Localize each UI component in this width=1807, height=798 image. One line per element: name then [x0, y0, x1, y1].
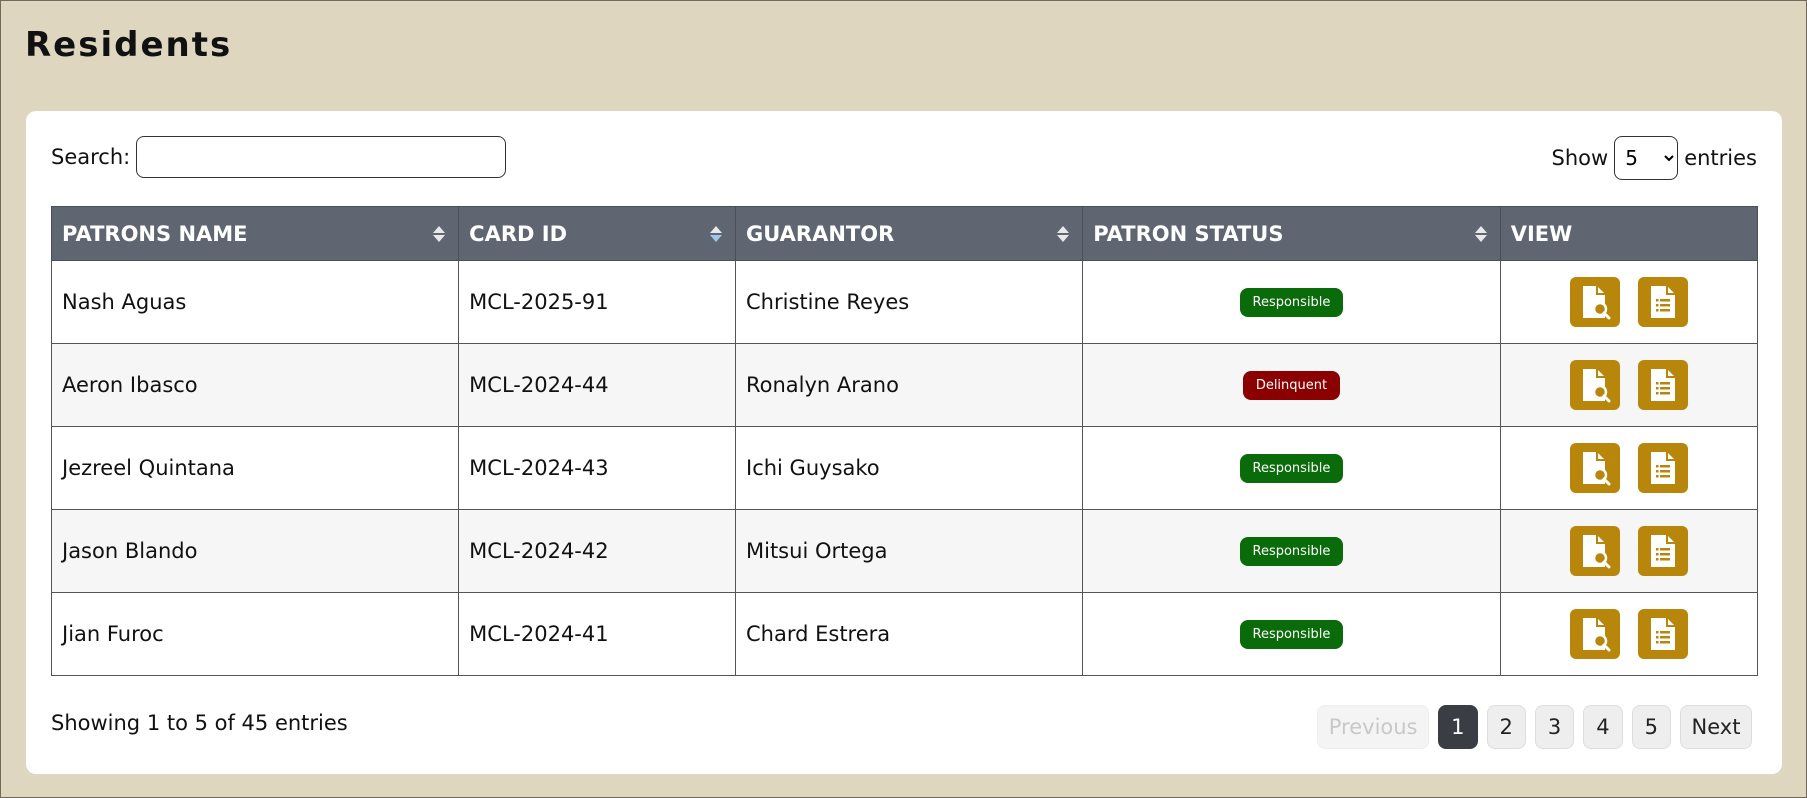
file-search-icon — [1582, 535, 1611, 569]
entries-label: entries — [1684, 146, 1757, 170]
sort-icon — [1057, 225, 1070, 242]
cell-card-id: MCL-2024-41 — [458, 592, 736, 676]
cell-status: Responsible — [1082, 426, 1501, 510]
file-text-icon — [1651, 618, 1676, 650]
cell-card-id: MCL-2024-42 — [458, 509, 736, 593]
status-badge: Responsible — [1239, 620, 1344, 649]
page-button-5[interactable]: 5 — [1631, 705, 1671, 749]
sort-icon — [710, 225, 722, 242]
search-input[interactable] — [136, 136, 507, 178]
table-row: Jason Blando MCL-2024-42 Mitsui Ortega R… — [50, 509, 1759, 593]
view-profile-button[interactable] — [1569, 277, 1620, 327]
search-label: Search: — [51, 145, 131, 169]
cell-card-id: MCL-2025-91 — [458, 260, 736, 344]
view-records-button[interactable] — [1638, 526, 1689, 576]
residents-table: PATRONS NAME CARD ID GUARANTOR PATRON ST… — [50, 206, 1759, 676]
cell-guarantor: Ichi Guysako — [734, 426, 1084, 510]
cell-guarantor: Chard Estrera — [734, 592, 1084, 676]
page-title: Residents — [25, 25, 233, 65]
show-label: Show — [1551, 146, 1609, 170]
cell-guarantor: Ronalyn Arano — [734, 343, 1084, 427]
cell-view — [1499, 509, 1759, 593]
page-button-2[interactable]: 2 — [1486, 705, 1526, 749]
cell-status: Responsible — [1082, 592, 1501, 676]
file-text-icon — [1651, 369, 1676, 401]
header-patrons-name[interactable]: PATRONS NAME — [50, 206, 460, 261]
view-profile-button[interactable] — [1569, 609, 1620, 659]
cell-status: Delinquent — [1082, 343, 1501, 427]
cell-patron-name: Nash Aguas — [50, 260, 460, 344]
table-info: Showing 1 to 5 of 45 entries — [51, 711, 348, 735]
pagination: Previous 1 2 3 4 5 Next — [1317, 705, 1752, 749]
entries-select[interactable]: 5 — [1614, 136, 1679, 180]
file-search-icon — [1582, 452, 1611, 486]
view-profile-button[interactable] — [1569, 526, 1620, 576]
table-row: Jian Furoc MCL-2024-41 Chard Estrera Res… — [50, 592, 1759, 676]
cell-status: Responsible — [1082, 509, 1501, 593]
cell-card-id: MCL-2024-43 — [458, 426, 736, 510]
table-row: Nash Aguas MCL-2025-91 Christine Reyes R… — [50, 260, 1759, 344]
length-control: Show 5 entries — [1552, 136, 1757, 180]
cell-patron-name: Jian Furoc — [50, 592, 460, 676]
sort-icon — [1474, 225, 1487, 242]
view-profile-button[interactable] — [1569, 443, 1620, 493]
table-row: Jezreel Quintana MCL-2024-43 Ichi Guysak… — [50, 426, 1759, 510]
cell-card-id: MCL-2024-44 — [458, 343, 736, 427]
file-text-icon — [1651, 286, 1676, 318]
cell-view — [1499, 260, 1759, 344]
previous-page-button[interactable]: Previous — [1317, 705, 1430, 749]
page-button-1[interactable]: 1 — [1438, 705, 1478, 749]
status-badge: Delinquent — [1242, 371, 1341, 400]
status-badge: Responsible — [1239, 454, 1344, 483]
status-badge: Responsible — [1239, 537, 1344, 566]
file-text-icon — [1651, 535, 1676, 567]
table-header-row: PATRONS NAME CARD ID GUARANTOR PATRON ST… — [50, 206, 1759, 261]
view-records-button[interactable] — [1638, 609, 1689, 659]
next-page-button[interactable]: Next — [1680, 705, 1752, 749]
cell-guarantor: Mitsui Ortega — [734, 509, 1084, 593]
page-button-4[interactable]: 4 — [1583, 705, 1623, 749]
table-row: Aeron Ibasco MCL-2024-44 Ronalyn Arano D… — [50, 343, 1759, 427]
cell-view — [1499, 592, 1759, 676]
cell-patron-name: Jason Blando — [50, 509, 460, 593]
view-profile-button[interactable] — [1569, 360, 1620, 410]
header-patron-status[interactable]: PATRON STATUS — [1082, 206, 1501, 261]
page-button-3[interactable]: 3 — [1534, 705, 1575, 749]
cell-view — [1499, 426, 1759, 510]
sort-icon — [433, 225, 446, 242]
cell-patron-name: Aeron Ibasco — [50, 343, 460, 427]
cell-view — [1499, 343, 1759, 427]
file-text-icon — [1651, 452, 1676, 484]
cell-guarantor: Christine Reyes — [734, 260, 1084, 344]
status-badge: Responsible — [1239, 288, 1344, 317]
view-records-button[interactable] — [1638, 360, 1689, 410]
header-card-id[interactable]: CARD ID — [458, 206, 736, 261]
file-search-icon — [1582, 286, 1611, 320]
cell-status: Responsible — [1082, 260, 1501, 344]
view-records-button[interactable] — [1638, 443, 1689, 493]
cell-patron-name: Jezreel Quintana — [50, 426, 460, 510]
residents-card: Search: Show 5 entries PATRONS NAME CARD… — [26, 111, 1782, 774]
view-records-button[interactable] — [1638, 277, 1689, 327]
file-search-icon — [1582, 369, 1611, 403]
file-search-icon — [1582, 618, 1611, 652]
header-view: VIEW — [1499, 206, 1759, 261]
search-control: Search: — [51, 136, 507, 178]
header-guarantor[interactable]: GUARANTOR — [734, 206, 1084, 261]
